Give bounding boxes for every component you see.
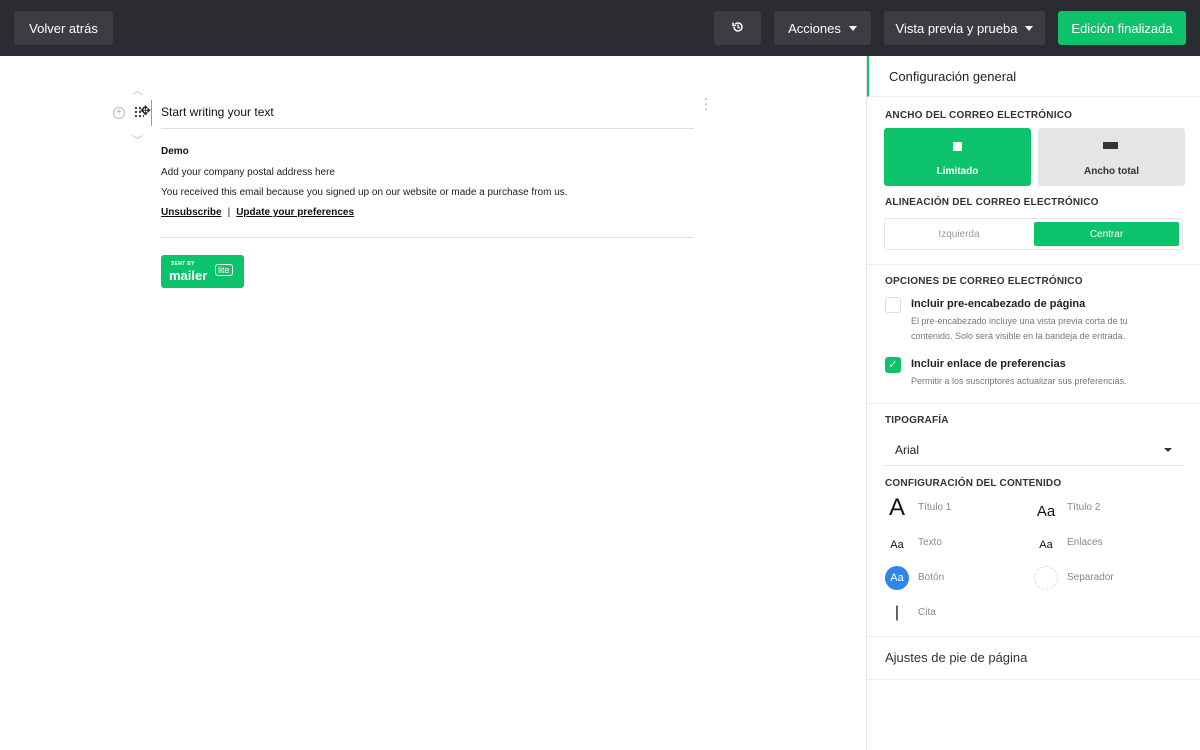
block-menu-icon[interactable]: · · · bbox=[703, 91, 709, 115]
preheader-description: El pre-encabezado incluye una vista prev… bbox=[911, 316, 1128, 341]
unsubscribe-link[interactable]: Unsubscribe bbox=[161, 207, 222, 218]
title1-label: Título 1 bbox=[918, 502, 952, 513]
preheader-title: Incluir pre-encabezado de página bbox=[911, 298, 1086, 310]
badge-tag: lite bbox=[215, 264, 233, 276]
footer-address: Add your company postal address here bbox=[161, 167, 335, 178]
divider bbox=[161, 237, 694, 238]
preferences-description: Permitir a los suscriptores actualizar s… bbox=[911, 376, 1127, 386]
email-canvas: ︿ + ✥ ﹀ · · · Start writing your text Demo… bbox=[0, 56, 866, 750]
mailerlite-badge: SENT BY mailer lite bbox=[161, 255, 244, 288]
text-label: Texto bbox=[918, 537, 942, 548]
links-separator: | bbox=[227, 207, 231, 218]
links-label: Enlaces bbox=[1067, 537, 1103, 548]
title2-label: Título 2 bbox=[1067, 502, 1101, 513]
badge-sent-by: SENT BY bbox=[171, 261, 195, 267]
footer-reason: You received this email because you sign… bbox=[161, 187, 568, 198]
button-icon: Aa bbox=[885, 566, 909, 590]
preheader-checkbox[interactable] bbox=[885, 297, 901, 313]
alignment-toggle: Izquierda Centrar bbox=[884, 218, 1183, 250]
divider bbox=[867, 679, 1200, 680]
chevron-down-icon bbox=[1025, 25, 1034, 31]
align-center-button[interactable]: Centrar bbox=[1034, 222, 1179, 246]
general-settings-header[interactable]: Configuración general bbox=[867, 56, 1200, 97]
done-editing-button[interactable]: Edición finalizada bbox=[1058, 11, 1186, 45]
text-block[interactable]: Start writing your text bbox=[161, 105, 274, 119]
quote-label: Cita bbox=[918, 607, 936, 618]
block-cursor bbox=[151, 100, 152, 126]
footer-company: Demo bbox=[161, 146, 189, 157]
preferences-title: Incluir enlace de preferencias bbox=[911, 358, 1066, 370]
font-select[interactable]: Arial bbox=[884, 434, 1183, 466]
actions-label: Acciones bbox=[788, 20, 841, 36]
settings-sidebar: Configuración general ANCHO DEL CORREO E… bbox=[866, 56, 1200, 750]
font-select-value: Arial bbox=[895, 443, 920, 457]
quote-icon: | bbox=[894, 604, 900, 621]
square-icon bbox=[953, 142, 962, 151]
preview-label: Vista previa y prueba bbox=[895, 20, 1018, 36]
text-icon: Aa bbox=[890, 539, 904, 551]
top-bar: Volver atrás Acciones Vista previa y pru… bbox=[0, 0, 1200, 56]
back-button[interactable]: Volver atrás bbox=[14, 11, 113, 45]
move-icon[interactable]: ✥ bbox=[140, 103, 151, 119]
divider bbox=[867, 636, 1200, 637]
separator-icon bbox=[1034, 566, 1058, 590]
content-section-label: CONFIGURACIÓN DEL CONTENIDO bbox=[885, 478, 1062, 489]
width-limited-button[interactable]: Limitado bbox=[884, 128, 1031, 186]
chevron-down-icon bbox=[1164, 448, 1172, 452]
add-block-icon[interactable]: + bbox=[113, 107, 125, 119]
width-section-label: ANCHO DEL CORREO ELECTRÓNICO bbox=[885, 110, 1073, 121]
preferences-checkbox[interactable]: ✓ bbox=[885, 357, 901, 373]
align-section-label: ALINEACIÓN DEL CORREO ELECTRÓNICO bbox=[885, 197, 1099, 208]
title2-icon: Aa bbox=[1036, 502, 1056, 520]
width-full-button[interactable]: Ancho total bbox=[1038, 128, 1185, 186]
update-preferences-link[interactable]: Update your preferences bbox=[236, 207, 354, 218]
divider bbox=[161, 128, 694, 129]
width-limited-label: Limitado bbox=[936, 166, 979, 177]
typography-section-label: TIPOGRAFÍA bbox=[885, 415, 949, 426]
preview-dropdown[interactable]: Vista previa y prueba bbox=[884, 11, 1045, 45]
general-settings-title: Configuración general bbox=[889, 69, 1017, 84]
separator-label: Separador bbox=[1067, 572, 1114, 583]
title1-icon: A bbox=[888, 494, 905, 521]
width-full-label: Ancho total bbox=[1084, 166, 1139, 177]
move-up-icon[interactable]: ︿ bbox=[132, 82, 143, 98]
links-icon: Aa bbox=[1039, 539, 1053, 551]
chevron-down-icon bbox=[848, 25, 857, 31]
divider bbox=[867, 403, 1200, 404]
move-down-icon[interactable]: ﹀ bbox=[132, 132, 143, 148]
history-button[interactable] bbox=[714, 11, 761, 45]
align-left-button[interactable]: Izquierda bbox=[885, 219, 1033, 249]
check-icon: ✓ bbox=[888, 359, 898, 371]
button-label: Botón bbox=[918, 572, 945, 583]
actions-dropdown[interactable]: Acciones bbox=[774, 11, 871, 45]
options-section-label: OPCIONES DE CORREO ELECTRÓNICO bbox=[885, 276, 1083, 287]
badge-brand: mailer bbox=[169, 268, 208, 283]
footer-links: Unsubscribe | Update your preferences bbox=[161, 207, 354, 218]
rectangle-icon bbox=[1103, 142, 1118, 149]
footer-settings-link[interactable]: Ajustes de pie de página bbox=[885, 650, 1027, 665]
history-icon bbox=[731, 20, 745, 37]
divider bbox=[867, 264, 1200, 265]
